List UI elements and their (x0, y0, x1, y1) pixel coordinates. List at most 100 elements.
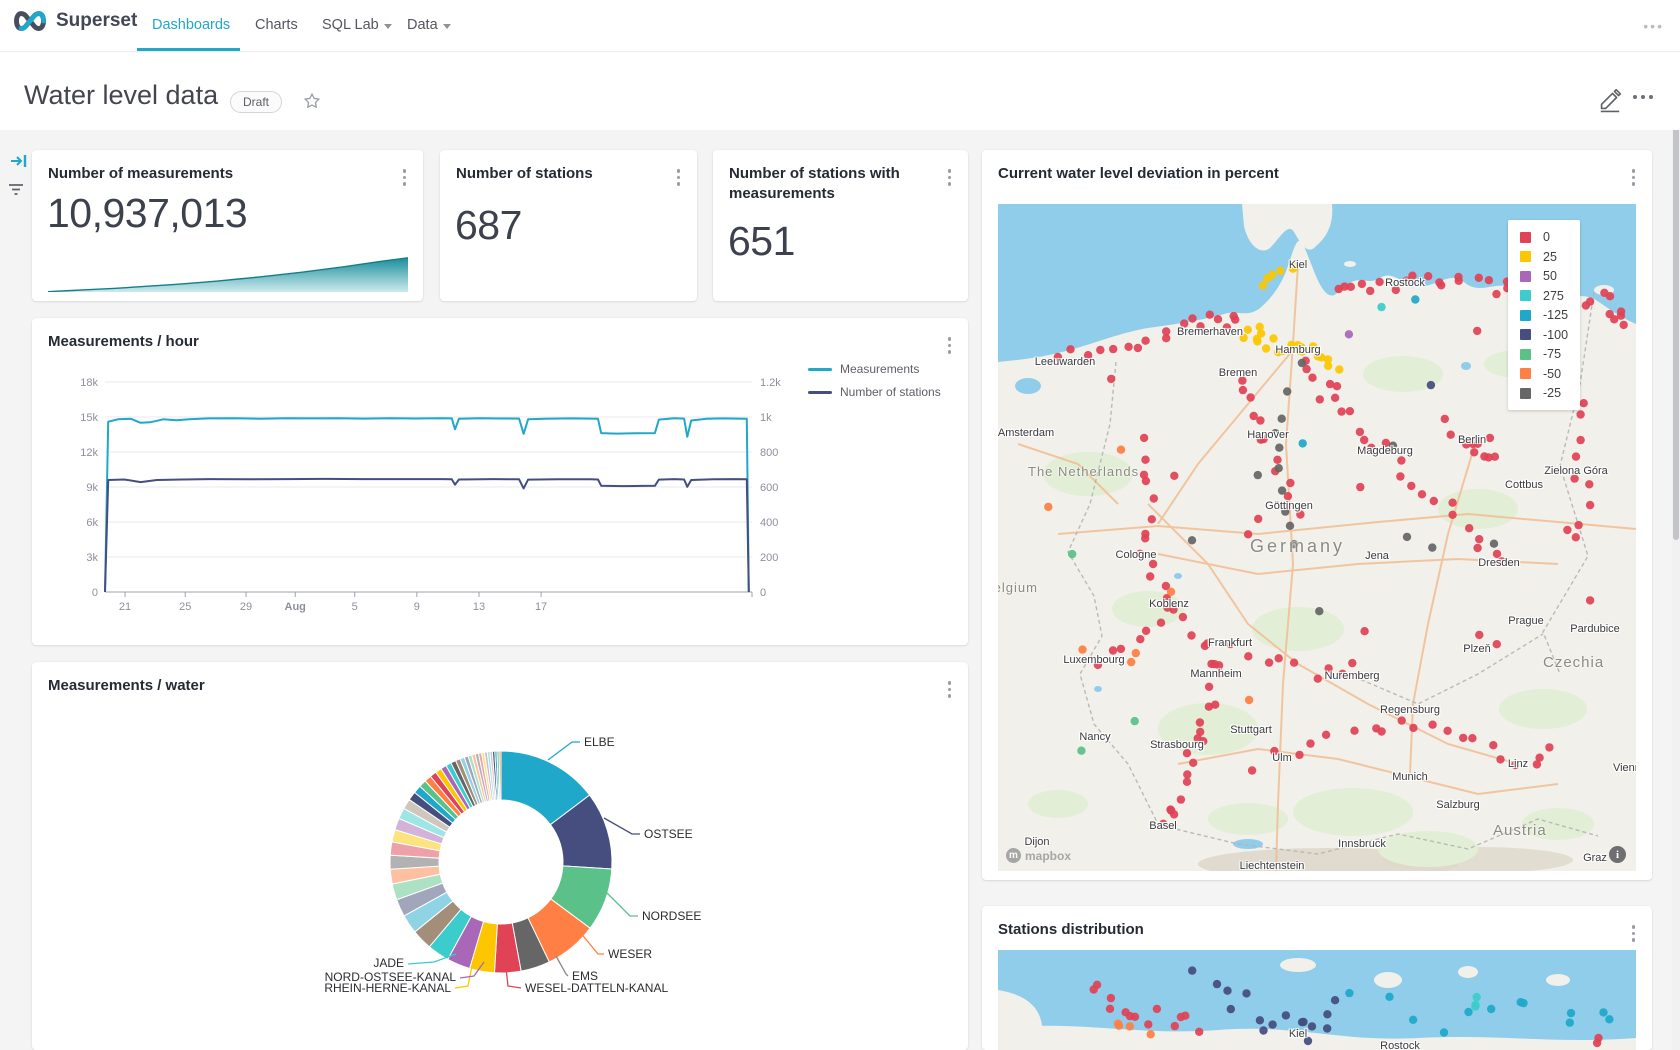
city-label: Munich (1392, 771, 1427, 783)
country-label: Czechia (1543, 654, 1604, 671)
svg-text:200: 200 (760, 552, 778, 564)
nav-overflow-icon[interactable]: ••• (1643, 18, 1664, 34)
map-legend-item: -125 (1520, 308, 1568, 322)
map-legend-item: 275 (1520, 289, 1568, 303)
kpi-title: Number of stations with measurements (729, 164, 924, 204)
map-legend-item: 25 (1520, 250, 1568, 264)
dashboard-menu-icon[interactable] (1633, 95, 1653, 99)
nav-tab-sql-lab[interactable]: SQL Lab (322, 0, 392, 50)
kpi-title: Number of stations (456, 164, 593, 184)
svg-text:JADE: JADE (373, 956, 404, 970)
svg-text:3k: 3k (86, 552, 98, 564)
map-legend-item: -25 (1520, 386, 1568, 400)
kebab-menu-icon[interactable] (1629, 922, 1639, 945)
measurements-hour-card: Measurements / hour 003k2006k4009k60012k… (32, 318, 968, 645)
svg-text:0: 0 (760, 587, 766, 599)
legend-item[interactable]: Number of stations (808, 385, 941, 399)
city-label: Kiel (1289, 259, 1307, 271)
city-label: Basel (1149, 820, 1177, 832)
city-label: Nancy (1079, 731, 1110, 743)
chart-legend[interactable]: Measurements Number of stations (808, 362, 941, 399)
chevron-down-icon (443, 24, 451, 29)
active-tab-underline (137, 48, 240, 51)
city-label: Koblenz (1149, 598, 1189, 610)
svg-text:NORDSEE: NORDSEE (642, 909, 701, 923)
city-label: Mannheim (1190, 668, 1241, 680)
city-label: Leeuwarden (1035, 356, 1096, 368)
svg-text:15k: 15k (80, 412, 98, 424)
city-label: Kiel (1289, 1028, 1307, 1040)
svg-text:1k: 1k (760, 412, 772, 424)
svg-text:9k: 9k (86, 482, 98, 494)
city-label: Amsterdam (998, 427, 1054, 439)
draft-badge[interactable]: Draft (230, 91, 282, 113)
city-label: Vienna (1613, 762, 1636, 774)
map-legend-item: -75 (1520, 347, 1568, 361)
city-label: Salzburg (1436, 799, 1479, 811)
kpi-value: 687 (455, 202, 522, 249)
favorite-star-icon[interactable] (302, 91, 322, 111)
country-label: Germany (1250, 536, 1345, 557)
svg-text:OSTSEE: OSTSEE (644, 827, 693, 841)
svg-text:29: 29 (240, 601, 252, 613)
superset-infinity-icon (12, 9, 48, 33)
superset-dashboard-page: Superset Dashboards Charts SQL Lab Data … (0, 0, 1680, 1050)
city-label: Cottbus (1505, 479, 1543, 491)
city-label: Strasbourg (1150, 739, 1204, 751)
nav-tab-charts[interactable]: Charts (255, 0, 298, 50)
scrollbar-track[interactable] (1672, 0, 1680, 1050)
superset-logo[interactable]: Superset (12, 9, 137, 33)
country-label: Austria (1493, 822, 1547, 839)
city-label: Frankfurt (1208, 637, 1252, 649)
svg-text:800: 800 (760, 447, 778, 459)
legend-item[interactable]: Measurements (808, 362, 941, 376)
city-label: Zielona Góra (1544, 465, 1608, 477)
svg-text:25: 25 (179, 601, 191, 613)
svg-text:Aug: Aug (285, 601, 306, 613)
city-label: Rostock (1380, 1040, 1420, 1050)
svg-text:400: 400 (760, 517, 778, 529)
map-legend-item: -50 (1520, 367, 1568, 381)
city-label: Prague (1508, 615, 1543, 627)
top-navbar: Superset Dashboards Charts SQL Lab Data … (0, 0, 1680, 52)
city-label: Regensburg (1380, 704, 1440, 716)
svg-text:21: 21 (119, 601, 131, 613)
filter-icon[interactable] (7, 180, 25, 198)
svg-text:9: 9 (414, 601, 420, 613)
svg-text:ELBE: ELBE (584, 735, 615, 749)
germany-deviation-map[interactable]: The NetherlandsGermanyBelgiumCzechiaAust… (998, 204, 1636, 871)
mapbox-logo-icon: m (1006, 848, 1021, 863)
kebab-menu-icon[interactable] (1629, 166, 1639, 189)
kpi-card-measurements: Number of measurements 10,937,013 (32, 150, 423, 301)
svg-text:NORD-OSTSEE-KANAL: NORD-OSTSEE-KANAL (325, 970, 457, 984)
map-legend-item: -100 (1520, 328, 1568, 342)
expand-filter-bar-icon[interactable] (10, 152, 28, 170)
city-label: Ulm (1272, 752, 1292, 764)
city-label: Hamburg (1275, 344, 1320, 356)
map-canvas (998, 950, 1636, 1050)
brand-name: Superset (56, 10, 137, 32)
country-label: The Netherlands (1028, 464, 1139, 479)
svg-text:5: 5 (352, 601, 358, 613)
city-label: Bremen (1219, 367, 1258, 379)
map-legend-item: 50 (1520, 269, 1568, 283)
stations-map[interactable]: Kiel Rostock (998, 950, 1636, 1050)
map-legend: 02550275-125-100-75-50-25 (1508, 220, 1580, 410)
svg-text:600: 600 (760, 482, 778, 494)
edit-pencil-icon[interactable] (1597, 87, 1623, 113)
kpi-title: Number of measurements (48, 164, 233, 184)
city-label: Pardubice (1570, 623, 1620, 635)
kebab-menu-icon[interactable] (945, 166, 955, 189)
deviation-map-card: Current water level deviation in percent (982, 150, 1652, 880)
map-info-icon[interactable]: i (1609, 846, 1626, 863)
nav-tab-data[interactable]: Data (407, 0, 451, 50)
chevron-down-icon (384, 24, 392, 29)
city-label: Stuttgart (1230, 724, 1272, 736)
kebab-menu-icon[interactable] (674, 166, 684, 189)
chart-title: Measurements / water (48, 676, 205, 696)
city-label: Dresden (1478, 557, 1520, 569)
nav-tab-dashboards[interactable]: Dashboards (152, 0, 230, 50)
kebab-menu-icon[interactable] (400, 166, 410, 189)
city-label: Bremerhaven (1177, 326, 1243, 338)
city-label: Innsbruck (1338, 838, 1386, 850)
